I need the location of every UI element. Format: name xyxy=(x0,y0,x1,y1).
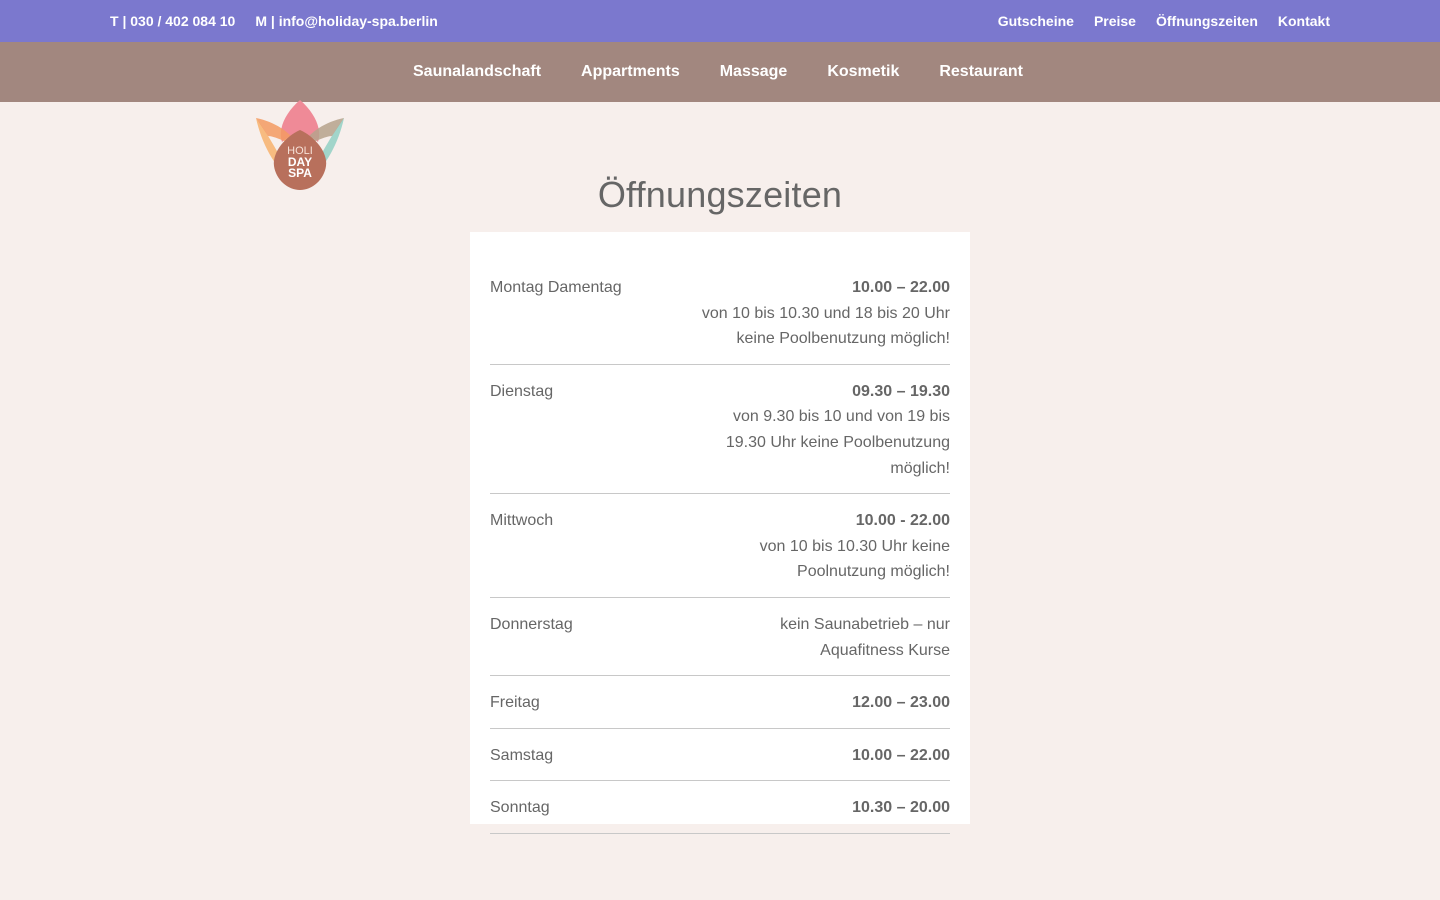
nav-item-massage[interactable]: Massage xyxy=(720,63,788,81)
hours-note: von 10 bis 10.30 und 18 bis 20 Uhr keine… xyxy=(701,304,950,348)
hours-time: 10.30 – 20.00 xyxy=(852,799,950,817)
site-logo[interactable]: HOLI DAY SPA xyxy=(252,96,348,192)
day-label: Dienstag xyxy=(490,382,554,400)
contact-info: T | 030 / 402 084 10 M | info@holiday-sp… xyxy=(110,0,438,42)
hours-detail: 10.00 – 22.00 von 10 bis 10.30 und 18 bi… xyxy=(700,275,950,352)
nav-item-appartments[interactable]: Appartments xyxy=(581,63,680,81)
day-label: Donnerstag xyxy=(490,615,573,633)
primary-nav: Saunalandschaft Appartments Massage Kosm… xyxy=(413,42,1023,102)
hours-time: 10.00 – 22.00 xyxy=(852,279,950,296)
lotus-logo-icon: HOLI DAY SPA xyxy=(256,100,344,190)
day-label: Samstag xyxy=(490,746,554,764)
secondary-nav: Gutscheine Preise Öffnungszeiten Kontakt xyxy=(998,0,1330,42)
hours-detail: 10.00 - 22.00 von 10 bis 10.30 Uhr keine… xyxy=(700,508,950,585)
nav-link-oeffnungszeiten[interactable]: Öffnungszeiten xyxy=(1156,13,1258,29)
hours-detail: 12.00 – 23.00 xyxy=(700,690,950,716)
hours-detail: kein Saunabetrieb – nur Aquafitness Kurs… xyxy=(700,612,950,663)
hours-time: 10.00 - 22.00 xyxy=(855,512,950,530)
nav-item-restaurant[interactable]: Restaurant xyxy=(939,63,1023,81)
top-bar: T | 030 / 402 084 10 M | info@holiday-sp… xyxy=(0,0,1440,42)
page-title: Öffnungszeiten xyxy=(597,174,843,215)
day-label: Sonntag xyxy=(490,799,550,817)
hours-row-donnerstag: Donnerstag kein Saunabetrieb – nur Aquaf… xyxy=(490,609,950,677)
phone-link[interactable]: T | 030 / 402 084 10 xyxy=(110,13,235,29)
email-link[interactable]: M | info@holiday-spa.berlin xyxy=(255,13,437,29)
nav-item-kosmetik[interactable]: Kosmetik xyxy=(827,63,899,81)
day-label: Montag Damentag xyxy=(490,279,622,296)
hours-detail: 09.30 – 19.30 von 9.30 bis 10 und von 19… xyxy=(700,379,950,481)
day-label: Freitag xyxy=(490,694,540,712)
hours-row-freitag: Freitag 12.00 – 23.00 xyxy=(490,687,950,729)
nav-link-kontakt[interactable]: Kontakt xyxy=(1278,13,1330,29)
hours-detail: 10.00 – 22.00 xyxy=(700,743,950,769)
logo-text-spa: SPA xyxy=(288,166,312,180)
hours-row-montag: Montag Damentag 10.00 – 22.00 von 10 bis… xyxy=(490,272,950,365)
hours-row-sonntag: Sonntag 10.30 – 20.00 xyxy=(490,792,950,834)
opening-hours-card: Montag Damentag 10.00 – 22.00 von 10 bis… xyxy=(470,232,970,834)
hours-row-samstag: Samstag 10.00 – 22.00 xyxy=(490,740,950,782)
hours-time: 09.30 – 19.30 xyxy=(852,382,950,400)
nav-link-preise[interactable]: Preise xyxy=(1094,13,1136,29)
nav-item-saunalandschaft[interactable]: Saunalandschaft xyxy=(413,63,541,81)
nav-link-gutscheine[interactable]: Gutscheine xyxy=(998,13,1074,29)
site-header: T | 030 / 402 084 10 M | info@holiday-sp… xyxy=(0,0,1440,190)
main-bar: HOLI DAY SPA Saunalandschaft Appartments… xyxy=(0,42,1440,190)
hours-note: kein Saunabetrieb – nur Aquafitness Kurs… xyxy=(780,615,950,659)
hours-row-dienstag: Dienstag 09.30 – 19.30 von 9.30 bis 10 u… xyxy=(490,376,950,495)
hours-note: von 10 bis 10.30 Uhr keine Poolnutzung m… xyxy=(759,537,950,581)
day-label: Mittwoch xyxy=(490,512,554,530)
hours-time: 12.00 – 23.00 xyxy=(852,694,950,712)
hours-note: von 9.30 bis 10 und von 19 bis 19.30 Uhr… xyxy=(725,408,950,477)
hours-row-mittwoch: Mittwoch 10.00 - 22.00 von 10 bis 10.30 … xyxy=(490,505,950,598)
hours-time: 10.00 – 22.00 xyxy=(852,746,950,764)
hours-detail: 10.30 – 20.00 xyxy=(700,795,950,821)
